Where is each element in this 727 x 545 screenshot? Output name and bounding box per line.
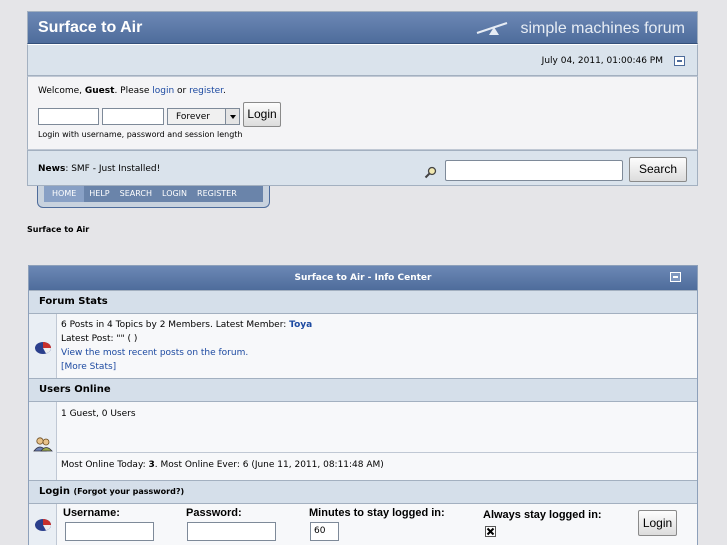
chevron-down-icon[interactable] — [225, 109, 239, 124]
checkmark-icon — [486, 527, 495, 536]
menu-tabs: HOME HELP SEARCH LOGIN REGISTER — [44, 186, 263, 202]
guest-name: Guest — [84, 86, 115, 96]
tab-login[interactable]: LOGIN — [157, 186, 192, 202]
username-label: Username: — [63, 507, 120, 519]
main-menu: HOME HELP SEARCH LOGIN REGISTER — [37, 186, 270, 208]
login-icon — [35, 519, 51, 531]
welcome-text: Welcome, Guest. Please login or register… — [38, 86, 226, 96]
smf-logo-icon — [476, 22, 508, 35]
forum-title[interactable]: Surface to Air — [38, 19, 142, 37]
quick-login-button[interactable]: Login — [243, 102, 281, 127]
login-heading: Login (Forgot your password?) — [29, 480, 697, 504]
forum-stats-heading: Forum Stats — [29, 290, 697, 314]
minutes-label: Minutes to stay logged in: — [309, 507, 445, 519]
latest-post: Latest Post: "" ( ) — [61, 334, 138, 344]
register-link[interactable]: register — [189, 86, 223, 96]
collapse-header-icon[interactable] — [674, 56, 685, 66]
date-bar: July 04, 2011, 01:00:46 PM — [27, 44, 698, 76]
users-online-icon-cell — [29, 402, 57, 480]
always-logged-in-label: Always stay logged in: — [483, 509, 602, 521]
breadcrumb[interactable]: Surface to Air — [27, 225, 89, 234]
login-row: Username: Password: Minutes to stay logg… — [29, 504, 697, 545]
latest-member-link[interactable]: Toya — [289, 320, 312, 330]
session-length-value: Forever — [176, 112, 210, 122]
password-input[interactable] — [187, 522, 276, 541]
recent-posts-link[interactable]: View the most recent posts on the forum. — [61, 346, 693, 360]
quick-password-input[interactable] — [102, 108, 164, 125]
session-length-select[interactable]: Forever — [167, 108, 240, 125]
tab-search[interactable]: SEARCH — [115, 186, 157, 202]
minutes-input[interactable]: 60 — [310, 522, 339, 541]
current-date: July 04, 2011, 01:00:46 PM — [541, 56, 663, 66]
password-label: Password: — [186, 507, 242, 519]
search-icon[interactable] — [424, 166, 437, 179]
login-link[interactable]: login — [152, 86, 174, 96]
login-button[interactable]: Login — [638, 510, 677, 536]
tab-register[interactable]: REGISTER — [192, 186, 242, 202]
guest-count: 1 Guest, 0 Users — [57, 402, 697, 453]
more-stats-link[interactable]: [More Stats] — [61, 360, 693, 374]
search-input[interactable] — [445, 160, 623, 181]
news-text: News: SMF - Just Installed! — [38, 164, 161, 174]
news-bar: News: SMF - Just Installed! Search — [27, 150, 698, 186]
stats-summary: 6 Posts in 4 Topics by 2 Members. Latest… — [61, 320, 313, 330]
quick-username-input[interactable] — [38, 108, 99, 125]
users-online-heading: Users Online — [29, 378, 697, 402]
login-icon-cell — [29, 504, 57, 545]
users-icon — [33, 437, 53, 452]
users-online-row: 1 Guest, 0 Users Most Online Today: 3. M… — [29, 402, 697, 480]
forum-stats-icon-cell — [29, 314, 57, 378]
pie-chart-icon — [35, 342, 51, 354]
login-body: Username: Password: Minutes to stay logg… — [57, 504, 697, 545]
users-online-body: 1 Guest, 0 Users Most Online Today: 3. M… — [57, 402, 697, 480]
forum-stats-body: 6 Posts in 4 Topics by 2 Members. Latest… — [57, 314, 697, 378]
forgot-password-link[interactable]: (Forgot your password?) — [73, 487, 184, 496]
welcome-panel: Welcome, Guest. Please login or register… — [27, 76, 698, 150]
username-input[interactable] — [65, 522, 154, 541]
always-logged-in-checkbox[interactable] — [485, 526, 496, 537]
info-center-title: Surface to Air - Info Center — [29, 266, 697, 290]
collapse-info-center-icon[interactable] — [670, 272, 681, 282]
forum-stats-row: 6 Posts in 4 Topics by 2 Members. Latest… — [29, 314, 697, 378]
info-center: Surface to Air - Info Center Forum Stats… — [28, 265, 698, 545]
smf-logo-text[interactable]: simple machines forum — [521, 20, 686, 38]
search-button[interactable]: Search — [629, 157, 687, 182]
forum-header: Surface to Air simple machines forum — [27, 11, 698, 44]
tab-help[interactable]: HELP — [84, 186, 114, 202]
login-note: Login with username, password and sessio… — [38, 130, 243, 139]
tab-home[interactable]: HOME — [44, 186, 85, 202]
most-online: Most Online Today: 3. Most Online Ever: … — [61, 460, 384, 470]
